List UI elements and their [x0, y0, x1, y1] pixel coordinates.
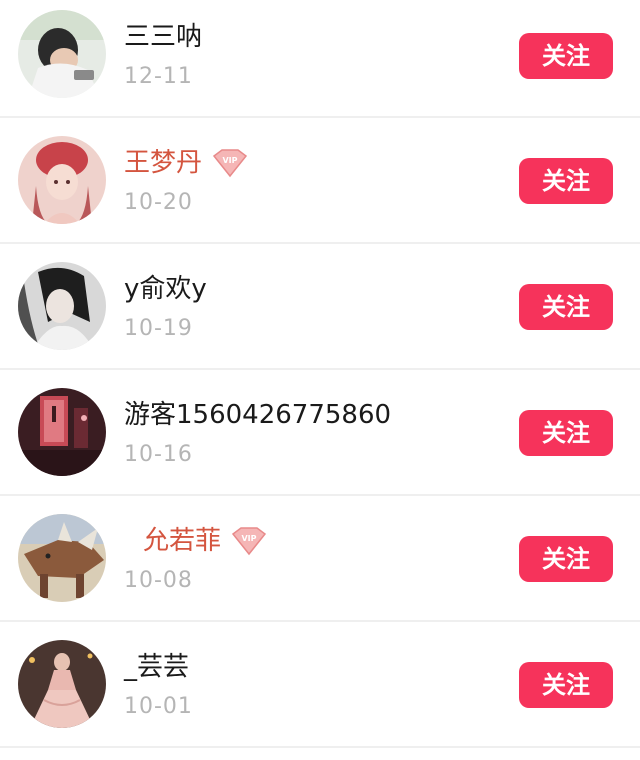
user-name: 三三呐 [124, 20, 202, 54]
avatar[interactable] [18, 262, 106, 350]
list-item[interactable]: 三三呐 12-11 关注 [0, 0, 640, 118]
user-name-text: 游客1560426775860 [124, 400, 392, 430]
vip-badge-text: VIP [242, 534, 257, 543]
vip-badge-icon: VIP [229, 526, 269, 556]
avatar[interactable] [18, 10, 106, 98]
list-item[interactable]: y俞欢y 10-19 关注 [0, 244, 640, 370]
user-name-text: y俞欢y [124, 274, 207, 304]
avatar[interactable] [18, 136, 106, 224]
avatar[interactable] [18, 388, 106, 476]
vip-badge-icon: VIP [210, 148, 250, 178]
follow-date: 10-16 [124, 442, 193, 467]
user-name: 允若菲 VIP [143, 524, 269, 558]
follow-date: 10-01 [124, 694, 193, 719]
follow-button[interactable]: 关注 [519, 33, 613, 79]
avatar[interactable] [18, 640, 106, 728]
list-item[interactable]: _芸芸 10-01 关注 [0, 622, 640, 748]
user-list: 三三呐 12-11 关注 王梦丹 VIP 10-20 关注 y俞欢y 10-19… [0, 0, 640, 748]
follow-date: 10-20 [124, 190, 193, 215]
follow-button[interactable]: 关注 [519, 536, 613, 582]
user-name-text: 允若菲 [143, 526, 222, 556]
follow-button[interactable]: 关注 [519, 158, 613, 204]
list-item[interactable]: 王梦丹 VIP 10-20 关注 [0, 118, 640, 244]
follow-button[interactable]: 关注 [519, 662, 613, 708]
follow-date: 12-11 [124, 64, 193, 89]
avatar[interactable] [18, 514, 106, 602]
user-name-text: 王梦丹 [124, 148, 203, 178]
user-name: 王梦丹 VIP [124, 146, 250, 180]
follow-date: 10-19 [124, 316, 193, 341]
user-name: _芸芸 [124, 650, 189, 684]
user-name: y俞欢y [124, 272, 207, 306]
vip-badge-text: VIP [223, 156, 238, 165]
follow-button[interactable]: 关注 [519, 284, 613, 330]
follow-button[interactable]: 关注 [519, 410, 613, 456]
user-name-text: 三三呐 [124, 22, 203, 52]
user-name: 游客1560426775860 [124, 398, 391, 432]
user-name-text: _芸芸 [124, 652, 190, 682]
follow-date: 10-08 [124, 568, 193, 593]
list-item[interactable]: 允若菲 VIP 10-08 关注 [0, 496, 640, 622]
list-item[interactable]: 游客1560426775860 10-16 关注 [0, 370, 640, 496]
